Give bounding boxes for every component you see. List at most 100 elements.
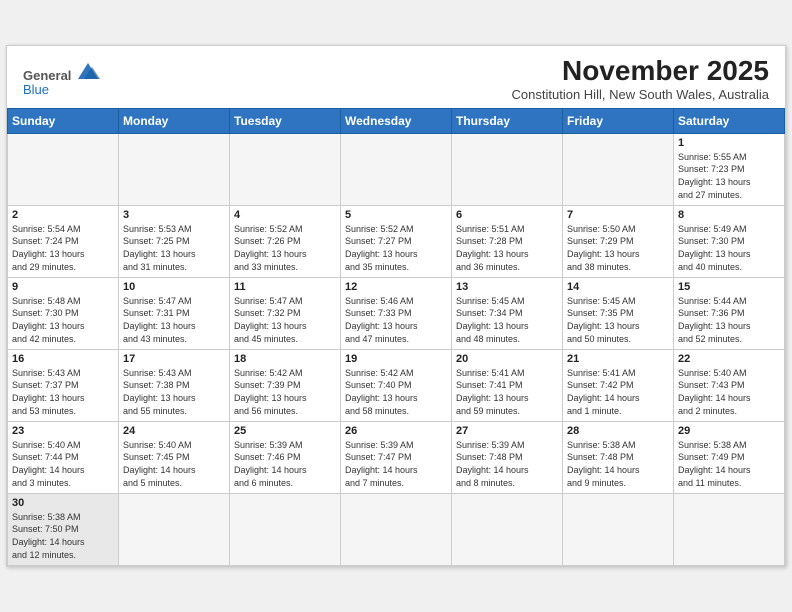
day-number: 13 (456, 281, 558, 293)
weekday-header-saturday: Saturday (674, 108, 785, 133)
day-info: Sunrise: 5:47 AM Sunset: 7:31 PM Dayligh… (123, 295, 225, 345)
calendar-week-row: 9Sunrise: 5:48 AM Sunset: 7:30 PM Daylig… (8, 277, 785, 349)
calendar-cell: 28 Sunrise: 5:38 AM Sunset: 7:48 PM Dayli… (563, 421, 674, 493)
day-number: 18 (234, 353, 336, 365)
day-number: 11 (234, 281, 336, 293)
day-number: 8 (678, 209, 780, 221)
day-number: 25 (234, 425, 336, 437)
calendar-cell (230, 493, 341, 565)
calendar-cell (452, 133, 563, 205)
calendar-cell (230, 133, 341, 205)
day-info: Sunrise: 5:45 AM Sunset: 7:35 PM Dayligh… (567, 295, 669, 345)
logo-blue-text: Blue (23, 82, 49, 97)
calendar-cell (452, 493, 563, 565)
day-number: 26 (345, 425, 447, 437)
day-number: 27 (456, 425, 558, 437)
calendar-week-row: 1 Sunrise: 5:55 AM Sunset: 7:23 PM Daylig… (8, 133, 785, 205)
calendar-cell: 15 Sunrise: 5:44 AM Sunset: 7:36 PM Dayli… (674, 277, 785, 349)
day-info: Sunrise: 5:41 AM Sunset: 7:42 PM Dayligh… (567, 367, 669, 417)
day-info: Sunrise: 5:40 AM Sunset: 7:45 PM Dayligh… (123, 439, 225, 489)
day-info: Sunrise: 5:54 AM Sunset: 7:24 PM Dayligh… (12, 223, 114, 273)
month-title: November 2025 (512, 56, 769, 87)
day-number: 30 (12, 497, 114, 509)
calendar-container: General Blue November 2025 Constitution … (6, 45, 786, 567)
calendar-cell: 3 Sunrise: 5:53 AM Sunset: 7:25 PM Daylig… (119, 205, 230, 277)
calendar-cell (341, 133, 452, 205)
day-number: 19 (345, 353, 447, 365)
calendar-cell: 2 Sunrise: 5:54 AM Sunset: 7:24 PM Daylig… (8, 205, 119, 277)
calendar-cell: 22 Sunrise: 5:40 AM Sunset: 7:43 PM Dayli… (674, 349, 785, 421)
day-number: 7 (567, 209, 669, 221)
day-info: Sunrise: 5:47 AM Sunset: 7:32 PM Dayligh… (234, 295, 336, 345)
day-number: 1 (678, 137, 780, 149)
day-info: Sunrise: 5:39 AM Sunset: 7:47 PM Dayligh… (345, 439, 447, 489)
day-info: Sunrise: 5:38 AM Sunset: 7:49 PM Dayligh… (678, 439, 780, 489)
day-info: Sunrise: 5:51 AM Sunset: 7:28 PM Dayligh… (456, 223, 558, 273)
day-number: 5 (345, 209, 447, 221)
day-info: Sunrise: 5:55 AM Sunset: 7:23 PM Dayligh… (678, 151, 780, 201)
calendar-cell: 4 Sunrise: 5:52 AM Sunset: 7:26 PM Daylig… (230, 205, 341, 277)
day-number: 10 (123, 281, 225, 293)
calendar-cell (119, 133, 230, 205)
day-number: 20 (456, 353, 558, 365)
day-number: 22 (678, 353, 780, 365)
day-info: Sunrise: 5:42 AM Sunset: 7:39 PM Dayligh… (234, 367, 336, 417)
calendar-cell: 13 Sunrise: 5:45 AM Sunset: 7:34 PM Dayli… (452, 277, 563, 349)
calendar-cell: 20 Sunrise: 5:41 AM Sunset: 7:41 PM Dayli… (452, 349, 563, 421)
day-number: 4 (234, 209, 336, 221)
day-info: Sunrise: 5:44 AM Sunset: 7:36 PM Dayligh… (678, 295, 780, 345)
calendar-week-row: 2 Sunrise: 5:54 AM Sunset: 7:24 PM Daylig… (8, 205, 785, 277)
calendar-cell: 16 Sunrise: 5:43 AM Sunset: 7:37 PM Dayli… (8, 349, 119, 421)
calendar-cell: 10 Sunrise: 5:47 AM Sunset: 7:31 PM Dayli… (119, 277, 230, 349)
day-info: Sunrise: 5:52 AM Sunset: 7:27 PM Dayligh… (345, 223, 447, 273)
weekday-header-thursday: Thursday (452, 108, 563, 133)
day-info: Sunrise: 5:38 AM Sunset: 7:50 PM Dayligh… (12, 511, 114, 561)
calendar-week-row: 30 Sunrise: 5:38 AM Sunset: 7:50 PM Dayli… (8, 493, 785, 565)
day-info: Sunrise: 5:50 AM Sunset: 7:29 PM Dayligh… (567, 223, 669, 273)
calendar-cell (119, 493, 230, 565)
day-number: 24 (123, 425, 225, 437)
day-number: 28 (567, 425, 669, 437)
logo-general-text: General (23, 69, 71, 82)
calendar-header: General Blue November 2025 Constitution … (7, 46, 785, 108)
calendar-cell: 6Sunrise: 5:51 AM Sunset: 7:28 PM Daylig… (452, 205, 563, 277)
day-info: Sunrise: 5:53 AM Sunset: 7:25 PM Dayligh… (123, 223, 225, 273)
day-info: Sunrise: 5:49 AM Sunset: 7:30 PM Dayligh… (678, 223, 780, 273)
calendar-cell (563, 493, 674, 565)
day-number: 16 (12, 353, 114, 365)
calendar-cell (341, 493, 452, 565)
calendar-cell (563, 133, 674, 205)
day-info: Sunrise: 5:39 AM Sunset: 7:46 PM Dayligh… (234, 439, 336, 489)
logo: General Blue (23, 61, 102, 97)
calendar-cell: 30 Sunrise: 5:38 AM Sunset: 7:50 PM Dayli… (8, 493, 119, 565)
calendar-cell: 26 Sunrise: 5:39 AM Sunset: 7:47 PM Dayli… (341, 421, 452, 493)
calendar-table: SundayMondayTuesdayWednesdayThursdayFrid… (7, 108, 785, 566)
day-info: Sunrise: 5:41 AM Sunset: 7:41 PM Dayligh… (456, 367, 558, 417)
weekday-header-monday: Monday (119, 108, 230, 133)
day-info: Sunrise: 5:45 AM Sunset: 7:34 PM Dayligh… (456, 295, 558, 345)
calendar-cell: 5 Sunrise: 5:52 AM Sunset: 7:27 PM Daylig… (341, 205, 452, 277)
day-info: Sunrise: 5:40 AM Sunset: 7:44 PM Dayligh… (12, 439, 114, 489)
day-info: Sunrise: 5:52 AM Sunset: 7:26 PM Dayligh… (234, 223, 336, 273)
day-number: 21 (567, 353, 669, 365)
calendar-cell: 24 Sunrise: 5:40 AM Sunset: 7:45 PM Dayli… (119, 421, 230, 493)
calendar-cell: 14 Sunrise: 5:45 AM Sunset: 7:35 PM Dayli… (563, 277, 674, 349)
day-number: 14 (567, 281, 669, 293)
day-number: 23 (12, 425, 114, 437)
day-info: Sunrise: 5:38 AM Sunset: 7:48 PM Dayligh… (567, 439, 669, 489)
day-number: 3 (123, 209, 225, 221)
day-info: Sunrise: 5:42 AM Sunset: 7:40 PM Dayligh… (345, 367, 447, 417)
day-info: Sunrise: 5:40 AM Sunset: 7:43 PM Dayligh… (678, 367, 780, 417)
weekday-header-friday: Friday (563, 108, 674, 133)
day-number: 15 (678, 281, 780, 293)
calendar-cell: 11 Sunrise: 5:47 AM Sunset: 7:32 PM Dayli… (230, 277, 341, 349)
calendar-cell (8, 133, 119, 205)
day-info: Sunrise: 5:43 AM Sunset: 7:37 PM Dayligh… (12, 367, 114, 417)
calendar-cell: 8 Sunrise: 5:49 AM Sunset: 7:30 PM Daylig… (674, 205, 785, 277)
title-section: November 2025 Constitution Hill, New Sou… (512, 56, 769, 102)
day-number: 2 (12, 209, 114, 221)
calendar-cell (674, 493, 785, 565)
day-number: 12 (345, 281, 447, 293)
day-info: Sunrise: 5:39 AM Sunset: 7:48 PM Dayligh… (456, 439, 558, 489)
location-subtitle: Constitution Hill, New South Wales, Aust… (512, 87, 769, 102)
